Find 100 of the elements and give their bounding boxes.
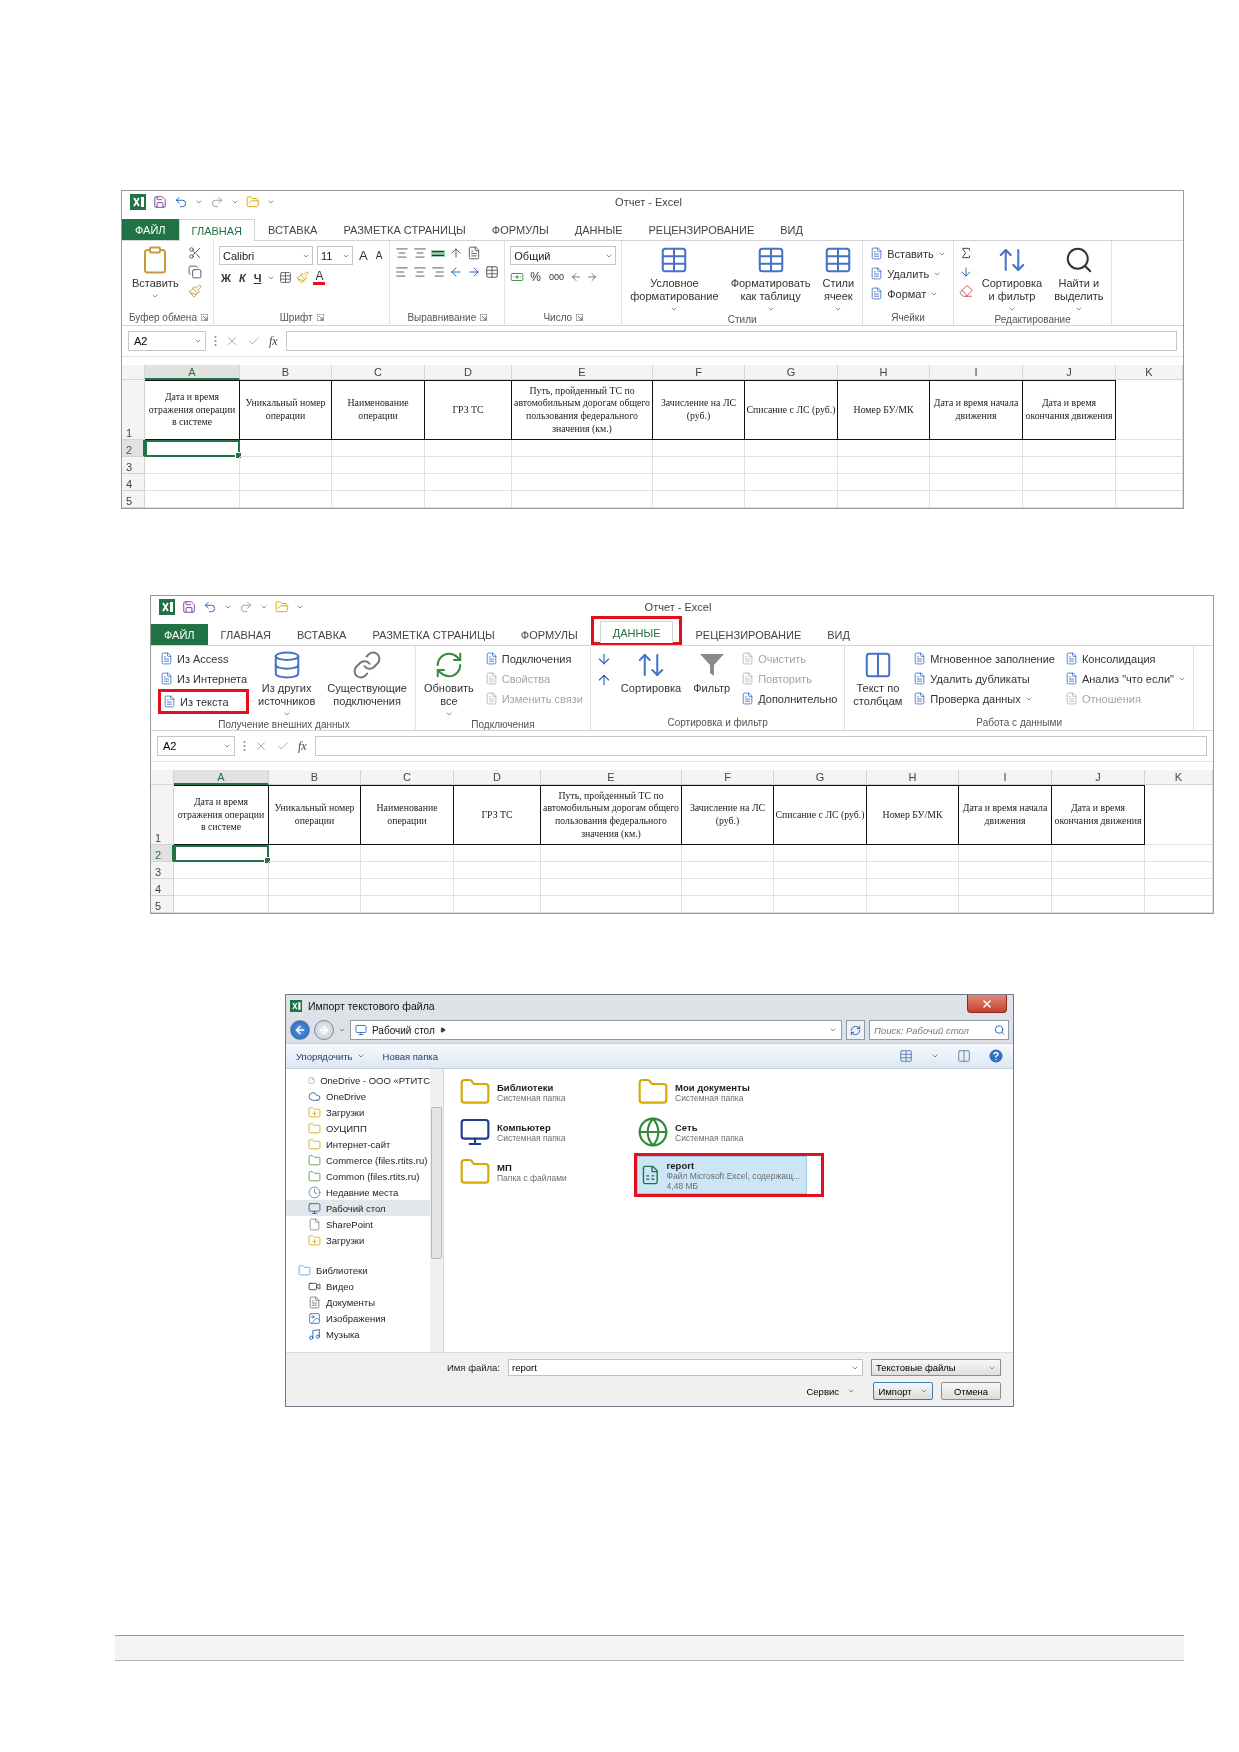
grid-cell[interactable] [512,457,653,474]
ribbon-button[interactable]: Из текста [161,692,231,711]
grid-cell[interactable] [838,474,930,491]
file-tile[interactable]: report Файл Microsoft Excel, содержащ... 4,48 МБ [637,1156,807,1194]
active-cell[interactable] [174,845,269,862]
column-header[interactable]: G [745,365,838,380]
nav-item[interactable]: Интернет-сайт [286,1136,430,1152]
ribbon-tab[interactable]: ФАЙЛ [151,624,208,645]
redo-icon[interactable] [210,195,224,209]
column-header[interactable]: K [1145,770,1213,785]
nav-item[interactable]: SharePoint [286,1216,430,1232]
grid-cell[interactable] [269,896,361,913]
nav-item[interactable]: ОУЦИПП [286,1120,430,1136]
grid-cell[interactable] [745,474,838,491]
grid-cell[interactable] [1145,896,1213,913]
row-header[interactable]: 1 [122,380,145,440]
nav-item[interactable]: Видео [286,1278,430,1294]
grid-cell[interactable] [930,474,1023,491]
ribbon-tab[interactable]: ФАЙЛ [122,219,179,240]
ribbon-tab[interactable]: ВСТАВКА [284,624,360,645]
folder-icon[interactable] [246,195,260,209]
grid-cell[interactable] [1116,457,1183,474]
nav-item[interactable]: Загрузки [286,1232,430,1248]
grid-cell[interactable] [174,896,269,913]
column-header[interactable]: E [512,365,653,380]
nav-item[interactable]: Common (files.rtits.ru) [286,1168,430,1184]
grid-cell[interactable] [1145,845,1213,862]
grid-cell[interactable] [867,862,959,879]
grid-cell[interactable] [774,879,867,896]
grid-cell[interactable] [454,879,541,896]
grid-cell[interactable] [682,862,774,879]
grid-cell[interactable] [361,896,454,913]
grid-cell[interactable] [838,491,930,508]
row-header[interactable]: 4 [122,474,145,491]
ribbon-button[interactable]: Консолидация [1062,649,1188,668]
ribbon-tab[interactable]: ДАННЫЕ [561,219,636,240]
banknote-icon[interactable] [510,270,525,284]
grid-cell[interactable] [1023,491,1116,508]
grid-cell[interactable] [682,896,774,913]
ribbon-button[interactable]: Формат [868,284,948,303]
ribbon-button[interactable]: Обновить все [421,649,477,720]
file-tile[interactable]: МП Папка с файлами [456,1153,626,1191]
column-header[interactable]: D [454,770,541,785]
dialog-launcher-icon[interactable] [576,314,584,321]
import-button[interactable]: Импорт [873,1382,933,1400]
column-header[interactable]: I [959,770,1052,785]
grid-cell[interactable] [959,862,1052,879]
grid-cell[interactable] [361,862,454,879]
nav-item[interactable]: Документы [286,1294,430,1310]
grid-cell[interactable] [240,457,332,474]
paintbrush-icon[interactable] [187,284,202,298]
grid-cell[interactable] [745,457,838,474]
ribbon-tab[interactable]: РАЗМЕТКА СТРАНИЦЫ [330,219,479,240]
align-bottom-button[interactable] [431,249,446,257]
grid-cell[interactable] [269,845,361,862]
ribbon-button[interactable]: Удалить [868,264,948,283]
font-style-button[interactable]: Ж [218,271,233,284]
ribbon-button[interactable]: Из Интернета [158,669,249,688]
row-header[interactable]: 2 [122,440,145,457]
grid-cell[interactable] [332,474,425,491]
row-header[interactable]: 3 [151,862,174,879]
cancel-button[interactable]: Отмена [941,1382,1001,1400]
grid-cell[interactable] [1116,440,1183,457]
grid-cell[interactable] [1116,491,1183,508]
font-style-button[interactable]: Ч [251,271,264,284]
nav-item[interactable]: Изображения [286,1310,430,1326]
grid-cell[interactable] [838,457,930,474]
align-center-icon[interactable] [413,265,428,279]
row-header[interactable]: 2 [151,845,174,862]
grid-cell[interactable] [454,896,541,913]
ribbon-button[interactable]: Проверка данных [911,689,1057,708]
grid-cell[interactable] [512,491,653,508]
grid-cell[interactable] [959,879,1052,896]
column-header[interactable]: H [867,770,959,785]
column-header[interactable]: B [240,365,332,380]
column-header[interactable]: D [425,365,512,380]
ribbon-button[interactable]: Существующие подключения [324,649,410,710]
column-header[interactable]: B [269,770,361,785]
cancel-icon[interactable] [225,334,239,348]
column-header[interactable]: H [838,365,930,380]
grid-cell[interactable] [745,440,838,457]
percent-button[interactable]: % [528,270,543,284]
ribbon-tab[interactable]: ФОРМУЛЫ [507,624,591,645]
grow-font-button[interactable]: A [356,248,370,263]
select-all-corner[interactable] [151,770,174,785]
grid-cell[interactable] [1052,845,1145,862]
column-header[interactable]: C [332,365,425,380]
grid-cell[interactable] [930,440,1023,457]
enter-icon[interactable] [247,334,261,348]
enter-icon[interactable] [276,739,290,753]
ribbon-button[interactable]: Стили ячеек [819,244,858,315]
dialog-launcher-icon[interactable] [200,314,208,321]
grid-cell[interactable] [653,491,745,508]
scrollbar[interactable] [430,1069,444,1352]
file-type-dropdown[interactable]: Текстовые файлы [871,1359,1001,1376]
name-box[interactable]: A2 [157,736,235,756]
grid-cell[interactable] [867,845,959,862]
ribbon-tab[interactable]: ФОРМУЛЫ [478,219,562,240]
font-style-button[interactable]: К [236,271,248,284]
grid-cell[interactable] [145,491,240,508]
